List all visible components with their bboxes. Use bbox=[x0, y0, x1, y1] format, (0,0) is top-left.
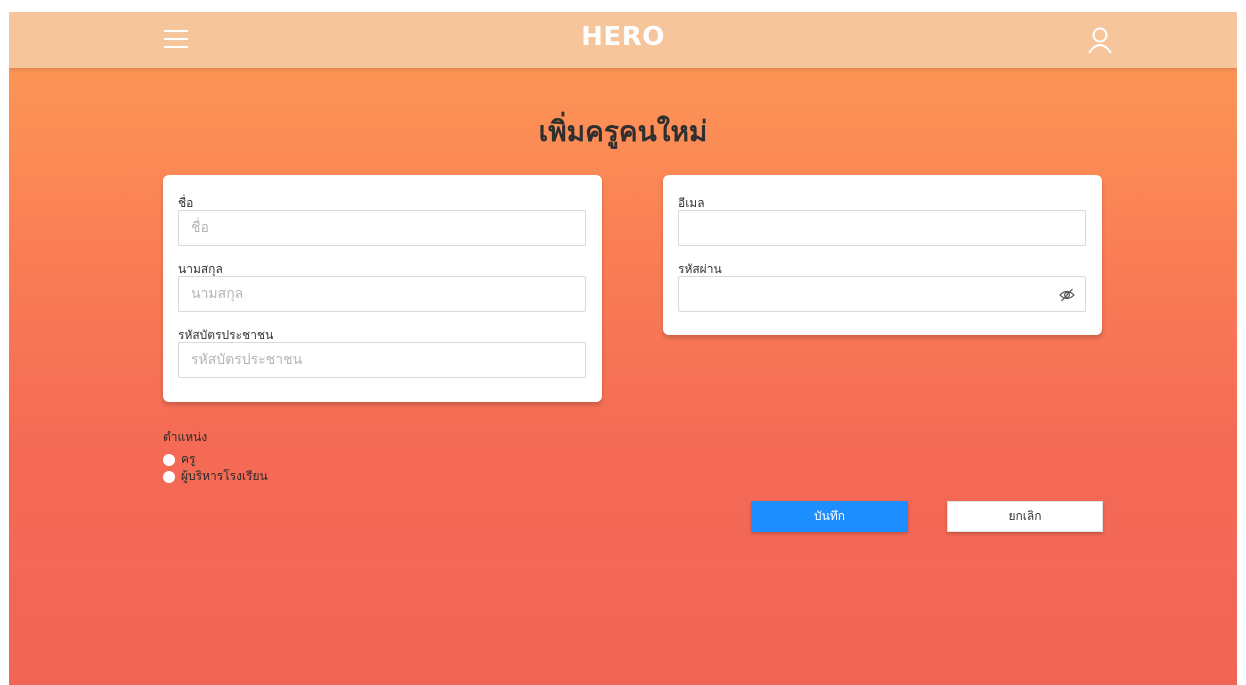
page-title: เพิ่มครูคนใหม่ bbox=[538, 115, 708, 148]
app-frame: HERO เพิ่มครูคนใหม่ ชื่อ นามสกุล รหัสบัต… bbox=[9, 12, 1237, 685]
last-name-field[interactable] bbox=[178, 276, 586, 312]
national-id-field[interactable] bbox=[178, 342, 586, 378]
radio-button[interactable] bbox=[163, 453, 175, 466]
position-label: ตำแหน่ง bbox=[163, 430, 208, 444]
user-icon[interactable] bbox=[1087, 26, 1113, 54]
top-navbar: HERO bbox=[9, 12, 1237, 68]
eye-off-icon[interactable] bbox=[1059, 287, 1075, 303]
email-field[interactable] bbox=[678, 210, 1086, 246]
password-input[interactable] bbox=[679, 277, 1085, 311]
last-name-input[interactable] bbox=[179, 277, 585, 311]
position-group: ตำแหน่ง ครู ผู้บริหารโรงเรียน bbox=[163, 428, 268, 485]
save-button[interactable]: บันทึก bbox=[751, 501, 908, 532]
radio-option-teacher[interactable]: ครู bbox=[163, 451, 268, 468]
brand-logo[interactable]: HERO bbox=[9, 22, 1237, 52]
email-input[interactable] bbox=[679, 211, 1085, 245]
password-field[interactable] bbox=[678, 276, 1086, 312]
radio-option-label: ผู้บริหารโรงเรียน bbox=[181, 469, 268, 483]
account-info-card: อีเมล รหัสผ่าน bbox=[663, 175, 1102, 335]
first-name-field[interactable] bbox=[178, 210, 586, 246]
radio-option-administrator[interactable]: ผู้บริหารโรงเรียน bbox=[163, 468, 268, 485]
cancel-button[interactable]: ยกเลิก bbox=[947, 501, 1103, 532]
national-id-input[interactable] bbox=[179, 343, 585, 377]
first-name-input[interactable] bbox=[179, 211, 585, 245]
personal-info-card: ชื่อ นามสกุล รหัสบัตรประชาชน bbox=[163, 175, 602, 402]
radio-button[interactable] bbox=[163, 470, 175, 483]
